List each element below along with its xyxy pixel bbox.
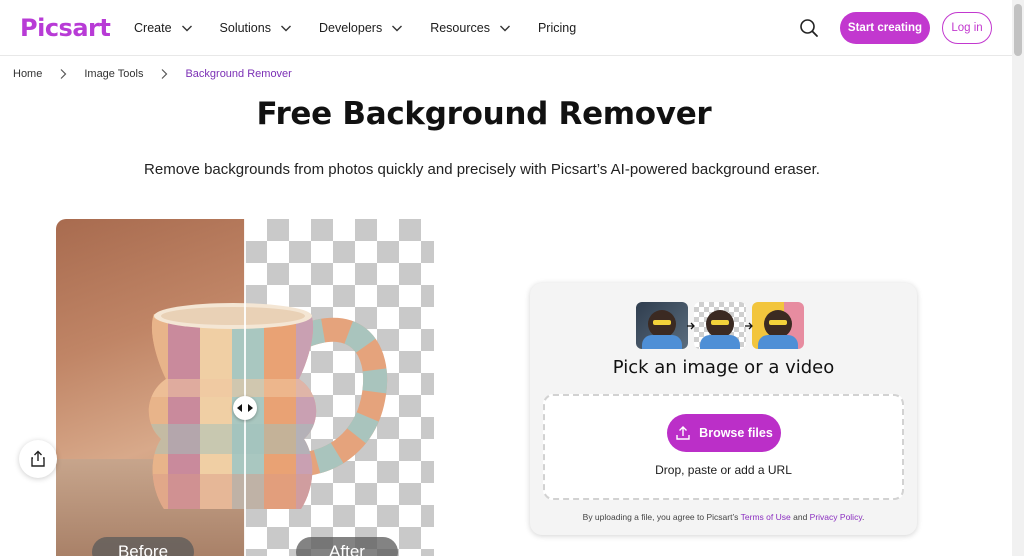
breadcrumb: Home Image Tools Background Remover: [13, 68, 292, 80]
terms-suffix: .: [861, 512, 865, 522]
breadcrumb-current: Background Remover: [185, 68, 292, 80]
chevron-down-icon: [181, 25, 192, 32]
after-label: After: [296, 537, 398, 556]
nav-pricing-label: Pricing: [537, 21, 577, 35]
nav-solutions[interactable]: Solutions: [220, 21, 292, 35]
arrow-right-icon: [745, 322, 753, 329]
privacy-policy-link[interactable]: Privacy Policy: [810, 512, 862, 522]
picsart-logo[interactable]: Picsart: [20, 14, 111, 42]
scrollbar-thumb[interactable]: [1014, 4, 1022, 56]
upload-icon: [676, 426, 690, 440]
chevron-right-icon: [162, 69, 168, 79]
chevron-down-icon: [499, 25, 510, 32]
example-thumbnails: [636, 302, 804, 349]
nav-resources-label: Resources: [430, 21, 490, 35]
upload-dropzone[interactable]: Browse files Drop, paste or add a URL: [543, 394, 904, 500]
page-subtitle: Remove backgrounds from photos quickly a…: [144, 161, 820, 178]
before-label: Before: [92, 537, 194, 556]
nav-resources[interactable]: Resources: [430, 21, 511, 35]
compare-divider: [244, 219, 246, 556]
search-icon[interactable]: [798, 17, 820, 39]
login-button[interactable]: Log in: [942, 12, 992, 44]
thumbnail-removed-bg: [694, 302, 746, 349]
breadcrumb-home[interactable]: Home: [13, 68, 42, 80]
browse-files-button[interactable]: Browse files: [667, 414, 781, 452]
share-button[interactable]: [19, 440, 57, 478]
drop-instructions: Drop, paste or add a URL: [655, 463, 792, 477]
terms-notice: By uploading a file, you agree to Picsar…: [530, 512, 917, 522]
main-nav: Create Solutions Developers Resources Pr…: [134, 0, 603, 56]
before-after-slider[interactable]: Before After: [56, 219, 434, 556]
terms-and: and: [793, 512, 808, 522]
nav-developers[interactable]: Developers: [319, 21, 403, 35]
upload-title: Pick an image or a video: [612, 357, 835, 378]
breadcrumb-image-tools[interactable]: Image Tools: [84, 68, 143, 80]
top-header: Picsart Create Solutions Developers Reso…: [0, 0, 1012, 56]
nav-create[interactable]: Create: [134, 21, 193, 35]
share-icon: [31, 450, 45, 467]
nav-create-label: Create: [134, 21, 172, 35]
page-title: Free Background Remover: [256, 96, 712, 132]
terms-of-use-link[interactable]: Terms of Use: [741, 512, 791, 522]
upload-card: Pick an image or a video Browse files Dr…: [530, 283, 917, 535]
start-creating-button[interactable]: Start creating: [840, 12, 930, 44]
browse-files-label: Browse files: [699, 426, 773, 440]
chevron-down-icon: [392, 25, 403, 32]
arrow-right-icon: [687, 322, 695, 329]
nav-developers-label: Developers: [318, 21, 383, 35]
nav-solutions-label: Solutions: [219, 21, 271, 35]
terms-prefix: By uploading a file, you agree to Picsar…: [582, 512, 739, 522]
compare-drag-handle[interactable]: [233, 396, 257, 420]
thumbnail-original: [636, 302, 688, 349]
thumbnail-new-bg: [752, 302, 804, 349]
chevron-down-icon: [280, 25, 291, 32]
page-scrollbar[interactable]: [1012, 0, 1024, 556]
chevron-right-icon: [60, 69, 67, 79]
drag-arrows-icon: [237, 404, 253, 412]
nav-pricing[interactable]: Pricing: [538, 21, 576, 35]
